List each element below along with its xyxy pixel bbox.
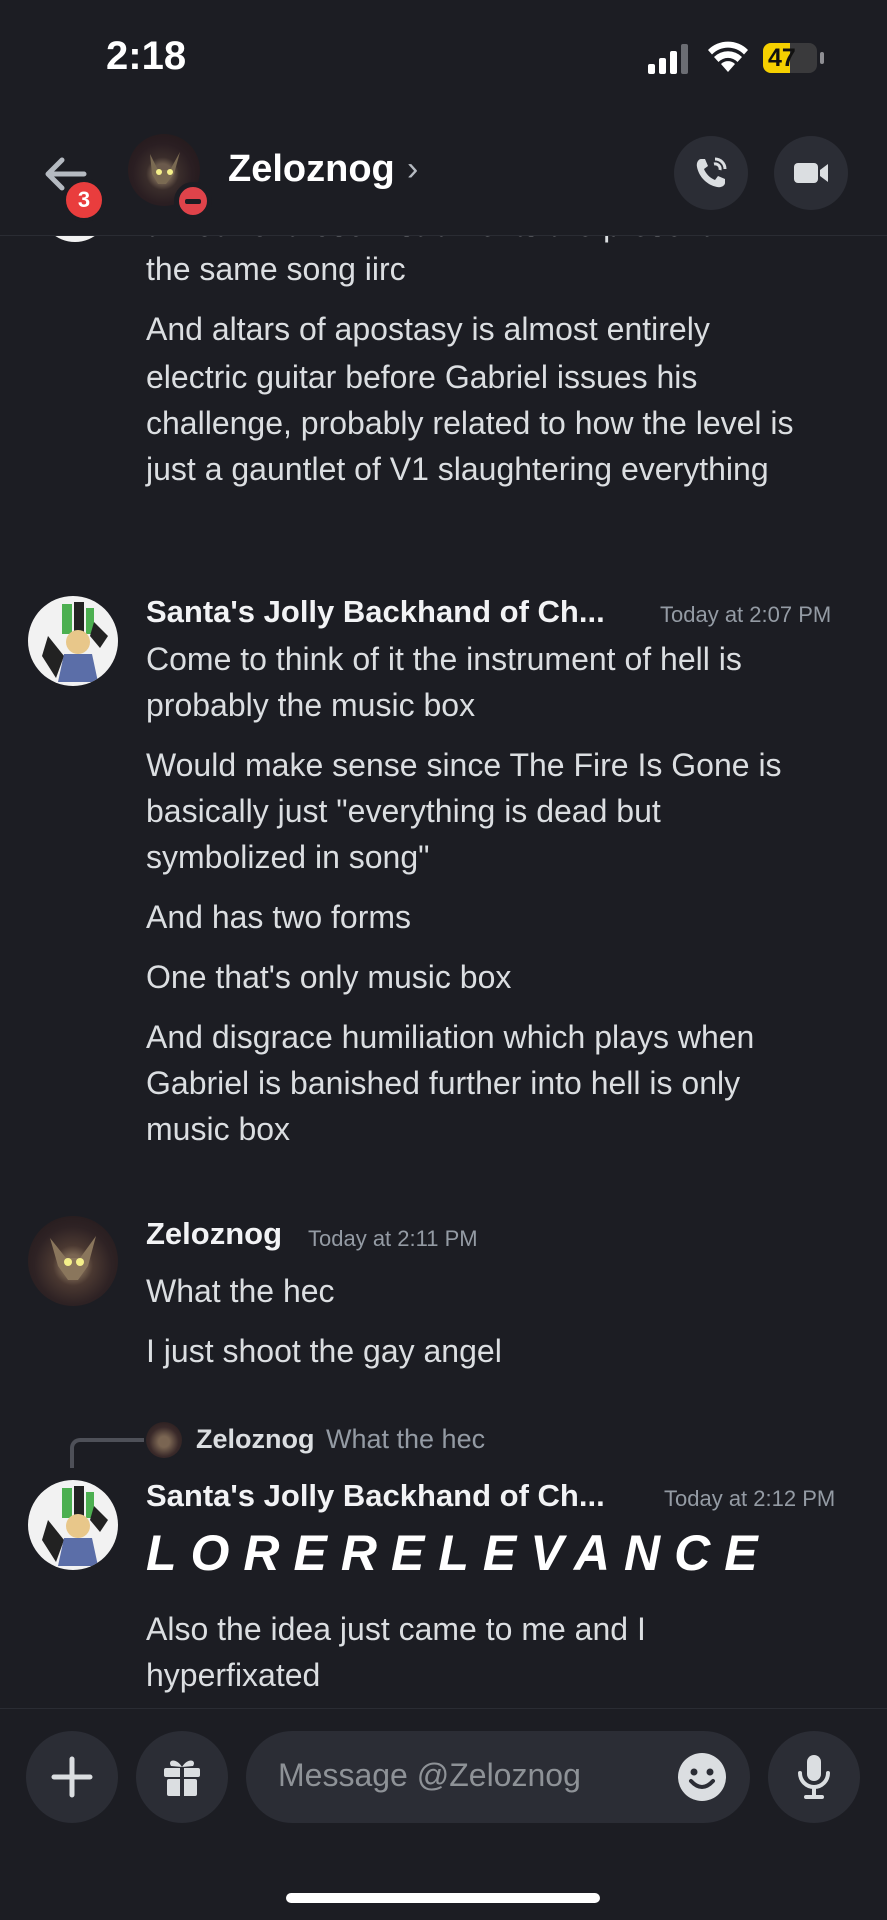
message-timestamp: Today at 2:07 PM (660, 602, 832, 627)
message-line: hyperfixated (146, 1657, 321, 1693)
chevron-right-icon[interactable]: › (407, 150, 418, 189)
reply-avatar (146, 1422, 182, 1458)
message-line: challenge, probably related to how the l… (146, 405, 794, 441)
message-line: I just shoot the gay angel (146, 1333, 502, 1369)
message-author[interactable]: Santa's Jolly Backhand of Ch... (146, 1478, 605, 1514)
voice-call-button[interactable] (674, 136, 748, 210)
message-line: And disgrace humiliation which plays whe… (146, 1019, 755, 1055)
dm-header: 3 Zeloznog › (0, 120, 887, 236)
smiley-icon (678, 1753, 726, 1801)
message-list[interactable]: all four of those instruments are presen… (0, 236, 887, 1708)
gift-button[interactable] (136, 1731, 228, 1823)
voice-message-button[interactable] (768, 1731, 860, 1823)
dnd-status-icon (174, 182, 212, 220)
message-timestamp: Today at 2:11 PM (308, 1226, 478, 1251)
home-indicator (286, 1893, 600, 1903)
avatar-image (42, 1486, 108, 1566)
message-line: One that's only music box (146, 959, 512, 995)
unread-badge: 3 (62, 178, 106, 222)
battery-icon: 47 (762, 42, 826, 74)
avatar (40, 236, 110, 242)
emoji-button[interactable] (676, 1751, 728, 1803)
phone-icon (696, 157, 727, 188)
message-line: What the hec (146, 1273, 335, 1309)
message-author[interactable]: Zeloznog (146, 1216, 282, 1252)
status-bar: 2:18 47 (0, 0, 887, 120)
message-input-placeholder: Message @Zeloznog (278, 1757, 581, 1793)
microphone-icon (798, 1755, 830, 1799)
message-line: Would make sense since The Fire Is Gone … (146, 747, 782, 783)
gift-icon (164, 1760, 200, 1796)
avatar[interactable] (28, 596, 118, 686)
message-line: Also the idea just came to me and I (146, 1611, 646, 1647)
message-line: And altars of apostasy is almost entirel… (146, 311, 710, 347)
plus-icon (51, 1756, 93, 1798)
avatar-image (42, 602, 108, 682)
message-line: basically just "everything is dead but (146, 793, 661, 829)
message-line: just a gauntlet of V1 slaughtering every… (146, 451, 769, 487)
message-author[interactable]: Santa's Jolly Backhand of Ch... (146, 594, 605, 630)
avatar[interactable] (28, 1480, 118, 1570)
message-line: symbolized in song" (146, 839, 430, 875)
message-line: electric guitar before Gabriel issues hi… (146, 359, 698, 395)
battery-level: 47 (768, 44, 796, 72)
message-input[interactable]: Message @Zeloznog (246, 1731, 750, 1823)
cellular-signal-icon (648, 44, 688, 74)
dm-screen: 2:18 47 3 Zeloznog › the same song iirc … (0, 0, 887, 1920)
video-call-button[interactable] (774, 136, 848, 210)
reply-author[interactable]: Zeloznog (196, 1424, 314, 1455)
message-line: And has two forms (146, 899, 411, 935)
message-timestamp: Today at 2:12 PM (664, 1486, 836, 1511)
message-line: probably the music box (146, 687, 476, 723)
avatar[interactable] (28, 1216, 118, 1306)
reply-connector (70, 1438, 144, 1468)
add-attachment-button[interactable] (26, 1731, 118, 1823)
status-time: 2:18 (106, 34, 187, 78)
message-line: the same song iirc (146, 251, 406, 287)
message-line: Come to think of it the instrument of he… (146, 641, 742, 677)
avatar-image (50, 1236, 96, 1280)
wifi-icon (708, 41, 748, 72)
reply-preview[interactable]: What the hec (326, 1424, 485, 1455)
message-composer: Message @Zeloznog (0, 1708, 887, 1920)
video-camera-icon (794, 163, 828, 183)
message-line-large: LORERELEVANCE (146, 1525, 772, 1581)
dm-recipient-name[interactable]: Zeloznog (228, 148, 395, 191)
message-line: music box (146, 1111, 291, 1147)
message-line: Gabriel is banished further into hell is… (146, 1065, 741, 1101)
